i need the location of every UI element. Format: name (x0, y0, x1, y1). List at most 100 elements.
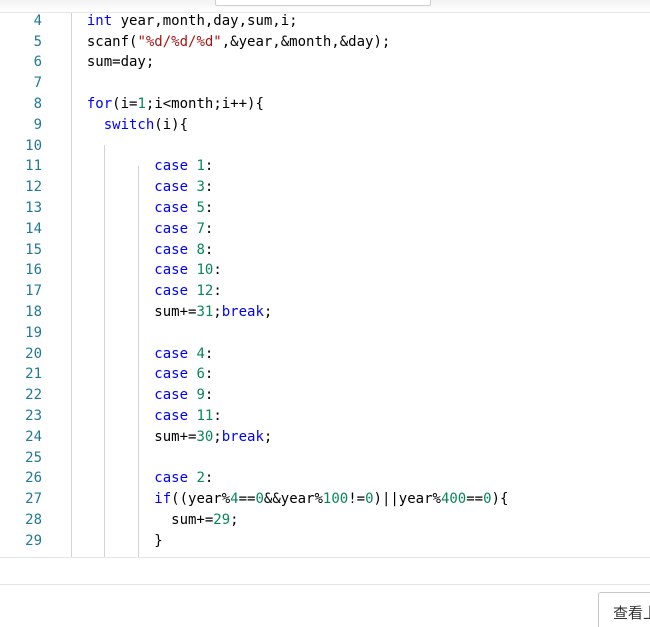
code-token: : (213, 408, 222, 424)
code-line: 23 case 11: (0, 406, 650, 427)
number-token: 400 (440, 491, 467, 508)
code-line: 11 case 1: (0, 156, 650, 177)
line-number: 14 (25, 220, 42, 237)
code-token: : (204, 220, 214, 237)
line-number: 15 (25, 241, 42, 258)
code-line: 26 case 2: (0, 468, 650, 489)
code-token: : (204, 179, 214, 196)
code-text: case 12: (70, 281, 222, 302)
keyword-token: case (154, 220, 189, 237)
code-token: : (213, 283, 222, 300)
line-number: 4 (33, 12, 42, 29)
number-token: 12 (196, 283, 214, 300)
code-line: 13 case 5: (0, 198, 650, 219)
view-button[interactable]: 查看上 (598, 592, 650, 627)
code-editor[interactable]: 3{4 int year,month,day,sum,i;5 scanf("%d… (0, 0, 650, 557)
code-text: case 3: (70, 177, 213, 198)
code-token: sum=day; (70, 54, 155, 71)
code-line: 25 (0, 448, 650, 469)
code-token: &&year% (263, 491, 323, 508)
code-line: 27 if((year%4==0&&year%100!=0)||year%400… (0, 489, 650, 510)
line-number: 19 (25, 324, 42, 341)
code-token: scanf( (70, 33, 138, 50)
top-text-field[interactable] (215, 0, 431, 6)
code-line: 22 case 9: (0, 385, 650, 406)
keyword-token: case (154, 158, 189, 175)
code-token: ; (230, 512, 239, 528)
line-number: 20 (25, 345, 42, 362)
number-token: 29 (213, 512, 231, 528)
number-token: 3 (196, 179, 205, 196)
line-number: 9 (33, 116, 42, 133)
keyword-token: case (154, 262, 189, 279)
code-token: ((year% (171, 491, 231, 508)
number-token: 7 (196, 220, 205, 237)
code-token: : (204, 345, 214, 362)
code-token: (i){ (154, 116, 189, 133)
number-token: 31 (196, 304, 214, 320)
code-line: 16 case 10: (0, 260, 650, 281)
code-line: 15 case 8: (0, 240, 650, 261)
panel-divider (0, 584, 650, 585)
code-line: 9 switch(i){ (0, 115, 650, 136)
code-token: != (348, 491, 366, 508)
code-line: 10 (0, 136, 650, 157)
code-token: == (466, 491, 484, 508)
keyword-token: int (86, 12, 113, 29)
number-token: 0 (365, 491, 374, 508)
line-number: 5 (33, 33, 42, 50)
code-text: sum+=31;break; (70, 302, 272, 323)
keyword-token: if (154, 491, 172, 508)
keyword-token: case (154, 179, 189, 196)
code-text: switch(i){ (70, 115, 188, 136)
code-line: 6 sum=day; (0, 52, 650, 73)
code-line: 19 (0, 323, 650, 344)
number-token: 6 (196, 366, 205, 383)
line-number: 27 (25, 491, 42, 508)
keyword-token: case (154, 470, 189, 487)
number-token: 9 (196, 387, 205, 404)
code-line: 14 case 7: (0, 219, 650, 240)
code-token: (i= (112, 96, 138, 112)
code-line: 17 case 12: (0, 281, 650, 302)
code-text: case 9: (70, 385, 213, 406)
number-token: 1 (196, 158, 205, 175)
keyword-token: break (221, 304, 264, 320)
number-token: 100 (322, 491, 349, 508)
number-token: 11 (196, 408, 214, 424)
code-token: ; (213, 428, 222, 445)
code-line: 21 case 6: (0, 364, 650, 385)
code-token: : (204, 470, 214, 487)
code-text: case 10: (70, 260, 222, 281)
code-token: : (204, 241, 214, 258)
code-token: ;i<month;i++){ (145, 96, 264, 112)
code-token: )||year% (373, 491, 441, 508)
code-line: 28 sum+=29; (0, 510, 650, 531)
code-text: sum=day; (70, 52, 154, 73)
code-text: sum+=29; (70, 510, 239, 531)
keyword-token: case (154, 408, 189, 424)
string-token: "%d/%d/%d" (137, 33, 222, 50)
code-text: case 1: (70, 156, 213, 177)
code-text: case 4: (70, 344, 213, 365)
line-number: 25 (25, 449, 42, 466)
code-token: ,&year,&month,&day); (221, 33, 391, 50)
line-number: 23 (25, 408, 42, 424)
code-line: 7 (0, 73, 650, 94)
code-text: } (70, 531, 162, 552)
code-text: case 8: (70, 240, 213, 261)
code-token: : (213, 262, 222, 279)
number-token: 4 (196, 345, 205, 362)
number-token: 2 (196, 470, 205, 487)
code-line: 18 sum+=31;break; (0, 302, 650, 323)
number-token: 30 (196, 428, 214, 445)
bottom-panel: 查看上 (0, 557, 650, 627)
line-number: 7 (33, 75, 42, 92)
